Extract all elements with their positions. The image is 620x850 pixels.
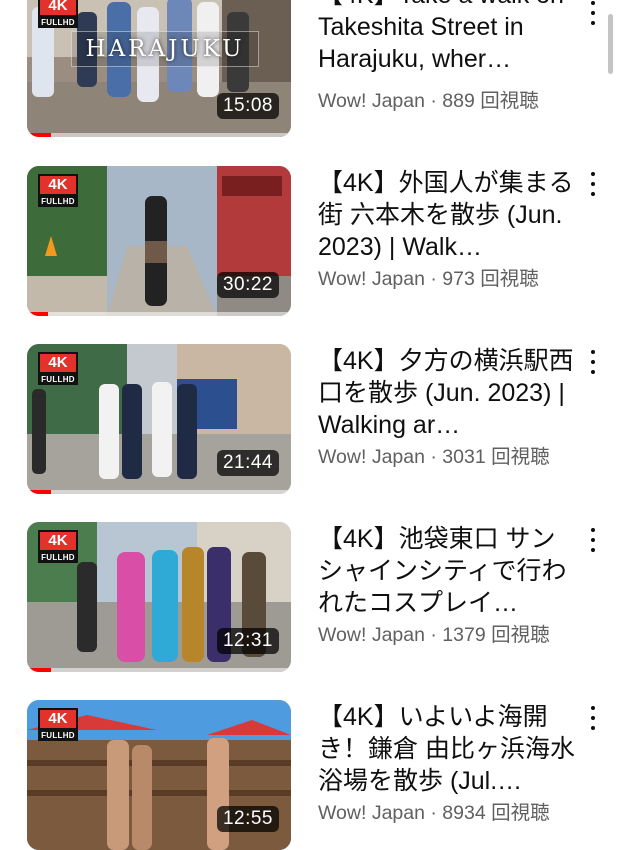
view-count: 3031 回視聴 xyxy=(442,446,550,468)
video-item[interactable]: 4K FULLHD 12:31 【4K】池袋東口 サンシャインシティで行われたコ… xyxy=(0,522,620,672)
4k-badge: 4K FULLHD xyxy=(38,708,78,741)
view-count: 1379 回視聴 xyxy=(442,624,550,646)
video-thumbnail[interactable]: 4K FULLHD 21:44 xyxy=(27,344,291,494)
more-options-icon[interactable] xyxy=(582,348,604,376)
watch-progress-bar xyxy=(27,490,51,494)
badge-4k-label: 4K xyxy=(38,352,78,374)
badge-fullhd-label: FULLHD xyxy=(38,17,78,28)
channel-name[interactable]: Wow! Japan xyxy=(318,90,425,112)
video-item[interactable]: 4K FULLHD 30:22 【4K】外国人が集まる街 六本木を散歩 (Jun… xyxy=(0,166,620,316)
video-item[interactable]: 4K FULLHD HARAJUKU 15:08 【4K】Take a walk… xyxy=(0,0,620,137)
channel-name[interactable]: Wow! Japan xyxy=(318,802,425,824)
4k-badge: 4K FULLHD xyxy=(38,352,78,385)
video-title[interactable]: 【4K】いよいよ海開き！鎌倉 由比ヶ浜海水浴場を散歩 (Jul.… xyxy=(318,701,580,797)
video-thumbnail[interactable]: 4K FULLHD 12:31 xyxy=(27,522,291,672)
video-thumbnail[interactable]: 4K FULLHD HARAJUKU 15:08 xyxy=(27,0,291,137)
more-options-icon[interactable] xyxy=(582,0,604,27)
badge-fullhd-label: FULLHD xyxy=(38,730,78,741)
video-title[interactable]: 【4K】夕方の横浜駅西口を散歩 (Jun. 2023) | Walking ar… xyxy=(318,345,580,441)
watch-progress-bar xyxy=(27,312,49,316)
thumbnail-caption: HARAJUKU xyxy=(71,31,259,67)
badge-4k-label: 4K xyxy=(38,708,78,730)
video-duration: 12:55 xyxy=(216,806,279,832)
video-meta: Wow! Japan · 3031 回視聴 xyxy=(318,445,588,469)
scrollbar[interactable] xyxy=(608,14,613,74)
meta-separator: · xyxy=(424,268,443,290)
video-title[interactable]: 【4K】外国人が集まる街 六本木を散歩 (Jun. 2023) | Walk… xyxy=(318,167,580,263)
watch-progress-track xyxy=(27,312,291,316)
watch-progress-track xyxy=(27,133,291,137)
meta-separator: · xyxy=(424,90,443,112)
video-thumbnail[interactable]: 4K FULLHD 12:55 xyxy=(27,700,291,850)
channel-name[interactable]: Wow! Japan xyxy=(318,624,425,646)
video-duration: 12:31 xyxy=(216,628,279,654)
view-count: 973 回視聴 xyxy=(442,268,539,290)
badge-4k-label: 4K xyxy=(38,0,78,17)
view-count: 889 回視聴 xyxy=(442,90,539,112)
4k-badge: 4K FULLHD xyxy=(38,174,78,207)
badge-4k-label: 4K xyxy=(38,530,78,552)
meta-separator: · xyxy=(424,802,443,824)
video-duration: 21:44 xyxy=(216,450,279,476)
more-options-icon[interactable] xyxy=(582,704,604,732)
watch-progress-track xyxy=(27,668,291,672)
badge-fullhd-label: FULLHD xyxy=(38,374,78,385)
view-count: 8934 回視聴 xyxy=(442,802,550,824)
video-title[interactable]: 【4K】Take a walk on Takeshita Street in H… xyxy=(318,0,580,75)
video-meta: Wow! Japan · 889 回視聴 xyxy=(318,89,588,113)
more-options-icon[interactable] xyxy=(582,526,604,554)
badge-4k-label: 4K xyxy=(38,174,78,196)
badge-fullhd-label: FULLHD xyxy=(38,552,78,563)
more-options-icon[interactable] xyxy=(582,170,604,198)
watch-progress-bar xyxy=(27,668,51,672)
channel-name[interactable]: Wow! Japan xyxy=(318,446,425,468)
meta-separator: · xyxy=(424,446,443,468)
video-meta: Wow! Japan · 8934 回視聴 xyxy=(318,801,588,825)
video-meta: Wow! Japan · 1379 回視聴 xyxy=(318,623,588,647)
video-item[interactable]: 4K FULLHD 12:55 【4K】いよいよ海開き！鎌倉 由比ヶ浜海水浴場を… xyxy=(0,700,620,850)
video-thumbnail[interactable]: 4K FULLHD 30:22 xyxy=(27,166,291,316)
4k-badge: 4K FULLHD xyxy=(38,530,78,563)
video-duration: 30:22 xyxy=(216,272,279,298)
watch-progress-track xyxy=(27,490,291,494)
4k-badge: 4K FULLHD xyxy=(38,0,78,28)
meta-separator: · xyxy=(424,624,443,646)
video-title[interactable]: 【4K】池袋東口 サンシャインシティで行われたコスプレイ… xyxy=(318,523,580,619)
watch-progress-bar xyxy=(27,133,51,137)
badge-fullhd-label: FULLHD xyxy=(38,196,78,207)
video-meta: Wow! Japan · 973 回視聴 xyxy=(318,267,588,291)
video-duration: 15:08 xyxy=(216,93,279,119)
video-item[interactable]: 4K FULLHD 21:44 【4K】夕方の横浜駅西口を散歩 (Jun. 20… xyxy=(0,344,620,494)
channel-name[interactable]: Wow! Japan xyxy=(318,268,425,290)
